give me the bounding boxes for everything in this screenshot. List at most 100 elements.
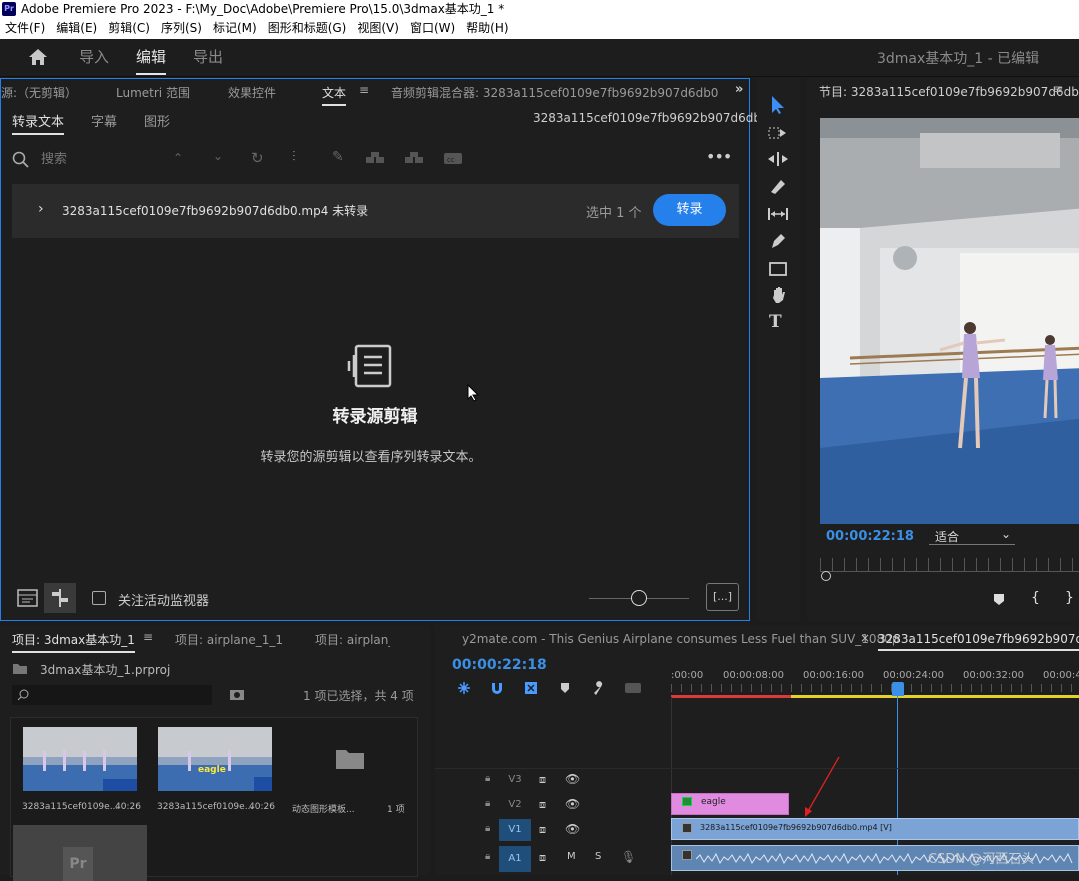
menu-clip[interactable]: 剪辑(C) [108, 21, 150, 35]
microphone-icon[interactable]: 🎙︎ [621, 850, 636, 864]
track-label-v2[interactable]: V2 [499, 796, 531, 814]
more-button[interactable]: [...] [706, 583, 739, 611]
menu-edit[interactable]: 编辑(E) [56, 21, 97, 35]
ripple-edit-tool-icon[interactable] [767, 151, 789, 170]
sync-lock-icon[interactable]: ⧈ [539, 823, 546, 837]
playhead-handle[interactable] [821, 571, 831, 581]
tab-sequence-active[interactable]: 3283a115cef0109e7fb9692b907d6db0 [878, 632, 1079, 651]
bin-folder-icon[interactable] [335, 748, 365, 773]
subtab-captions[interactable]: 字幕 [91, 111, 117, 130]
zoom-slider-handle[interactable] [631, 590, 647, 606]
find-icon[interactable] [229, 688, 245, 704]
mark-in-icon[interactable]: { [1031, 590, 1040, 606]
fit-dropdown[interactable]: 适合 ⌄ [929, 527, 1015, 545]
clip-v1-video[interactable]: 3283a115cef0109e7fb9692b907d6db0.mp4 [V] [671, 818, 1079, 840]
split-segment-icon[interactable] [365, 151, 385, 168]
nest-icon[interactable] [457, 681, 471, 698]
eye-icon[interactable]: 👁︎ [565, 772, 580, 786]
wrench-icon[interactable] [592, 681, 606, 698]
track-label-a1[interactable]: A1 [499, 846, 531, 872]
slip-tool-icon[interactable] [767, 206, 789, 225]
eye-icon[interactable]: 👁︎ [565, 822, 580, 836]
add-marker-icon[interactable] [560, 682, 570, 697]
clip-thumbnail-2[interactable]: eagle [158, 727, 272, 791]
chevron-up-icon[interactable]: ⌃ [173, 151, 183, 165]
clip-thumbnail-1[interactable] [23, 727, 137, 791]
panel-menu-icon[interactable]: ≡ [359, 83, 369, 97]
search-input[interactable] [41, 147, 151, 171]
eye-icon[interactable]: 👁︎ [565, 797, 580, 811]
linked-selection-icon[interactable] [524, 681, 538, 698]
sync-lock-icon[interactable]: ⧈ [539, 773, 546, 787]
chevron-down-icon[interactable]: ⌄ [213, 149, 223, 163]
chevron-right-icon[interactable]: › [38, 201, 44, 217]
track-select-tool-icon[interactable] [768, 125, 788, 144]
tab-effect-controls[interactable]: 效果控件 [228, 84, 276, 101]
sync-lock-icon[interactable]: ⧈ [539, 851, 546, 865]
sliders-icon[interactable]: ⫶ [292, 149, 296, 165]
menu-markers[interactable]: 标记(M) [213, 21, 257, 35]
pr-project-thumbnail[interactable]: Pr [13, 825, 147, 881]
menu-help[interactable]: 帮助(H) [466, 21, 508, 35]
tab-sequence-y2mate[interactable]: y2mate.com - This Genius Airplane consum… [462, 632, 899, 646]
mark-out-icon[interactable]: } [1065, 590, 1074, 606]
hand-tool-icon[interactable] [770, 286, 788, 307]
home-icon[interactable] [28, 48, 48, 66]
solo-button[interactable]: S [595, 851, 601, 862]
tab-project-airplan[interactable]: 项目: airplan_1 [315, 631, 390, 648]
import-captions-icon[interactable] [17, 588, 39, 611]
razor-tool-icon[interactable] [769, 178, 787, 199]
merge-segment-icon[interactable] [404, 151, 424, 168]
playhead-marker[interactable] [892, 682, 904, 696]
tab-lumetri-scopes[interactable]: Lumetri 范围 [116, 84, 190, 101]
more-options-icon[interactable]: ••• [706, 147, 732, 166]
captions-icon[interactable] [624, 682, 642, 697]
captions-icon[interactable]: cc [443, 152, 463, 168]
type-tool-icon[interactable]: T [769, 312, 782, 332]
tab-export[interactable]: 导出 [193, 39, 223, 75]
snap-magnet-icon[interactable] [490, 681, 504, 698]
tab-source[interactable]: 源:（无剪辑） [1, 84, 77, 101]
program-timecode[interactable]: 00:00:22:18 [826, 529, 914, 544]
lock-icon[interactable]: 🔒︎ [485, 823, 490, 834]
menu-window[interactable]: 窗口(W) [410, 21, 455, 35]
follow-monitor-checkbox[interactable] [92, 591, 106, 605]
tab-audio-clip-mixer[interactable]: 音频剪辑混合器: 3283a115cef0109e7fb9692b907d6db… [391, 84, 718, 101]
subtab-graphics[interactable]: 图形 [144, 111, 170, 130]
time-ruler[interactable]: :00:00 00:00:08:00 00:00:16:00 00:00:24:… [671, 670, 1079, 698]
monitor-menu-icon[interactable]: ≡ [1053, 82, 1063, 96]
transcribe-button[interactable]: 转录 [653, 194, 726, 226]
subtab-transcript[interactable]: 转录文本 [12, 111, 65, 135]
tab-project-main[interactable]: 项目: 3dmax基本功_1 [12, 631, 135, 653]
menu-file[interactable]: 文件(F) [5, 21, 45, 35]
lock-icon[interactable]: 🔒︎ [485, 798, 490, 809]
project-menu-icon[interactable]: ≡ [143, 630, 153, 644]
menu-graphics[interactable]: 图形和标题(G) [268, 21, 347, 35]
add-marker-icon[interactable] [993, 593, 1005, 609]
close-icon[interactable]: × [860, 631, 870, 645]
pen-icon[interactable]: ✎ [332, 149, 344, 165]
track-label-v3[interactable]: V3 [499, 771, 531, 789]
project-search-input[interactable] [12, 685, 212, 705]
selection-tool-icon[interactable] [769, 95, 787, 118]
tab-import[interactable]: 导入 [79, 39, 109, 75]
monitor-time-ruler[interactable] [820, 558, 1079, 572]
menu-view[interactable]: 视图(V) [357, 21, 399, 35]
rectangle-tool-icon[interactable] [769, 261, 787, 280]
panel-overflow-icon[interactable]: » [735, 82, 743, 97]
clip-eagle[interactable]: eagle [671, 793, 789, 815]
clip-row[interactable]: › 3283a115cef0109e7fb9692b907d6db0.mp4 未… [12, 184, 739, 238]
align-button[interactable] [44, 583, 76, 613]
lock-icon[interactable]: 🔒︎ [485, 773, 490, 784]
track-label-v1[interactable]: V1 [499, 819, 531, 841]
video-frame[interactable] [820, 118, 1079, 524]
tab-text[interactable]: 文本 [322, 84, 347, 106]
tab-project-airplane[interactable]: 项目: airplane_1_1 [175, 631, 283, 648]
timeline-timecode[interactable]: 00:00:22:18 [452, 657, 547, 673]
menu-sequence[interactable]: 序列(S) [161, 21, 202, 35]
refresh-icon[interactable]: ↻ [251, 149, 264, 167]
lock-icon[interactable]: 🔒︎ [485, 851, 490, 862]
pen-tool-icon[interactable] [769, 232, 787, 253]
sync-lock-icon[interactable]: ⧈ [539, 798, 546, 812]
mute-button[interactable]: M [567, 851, 576, 862]
